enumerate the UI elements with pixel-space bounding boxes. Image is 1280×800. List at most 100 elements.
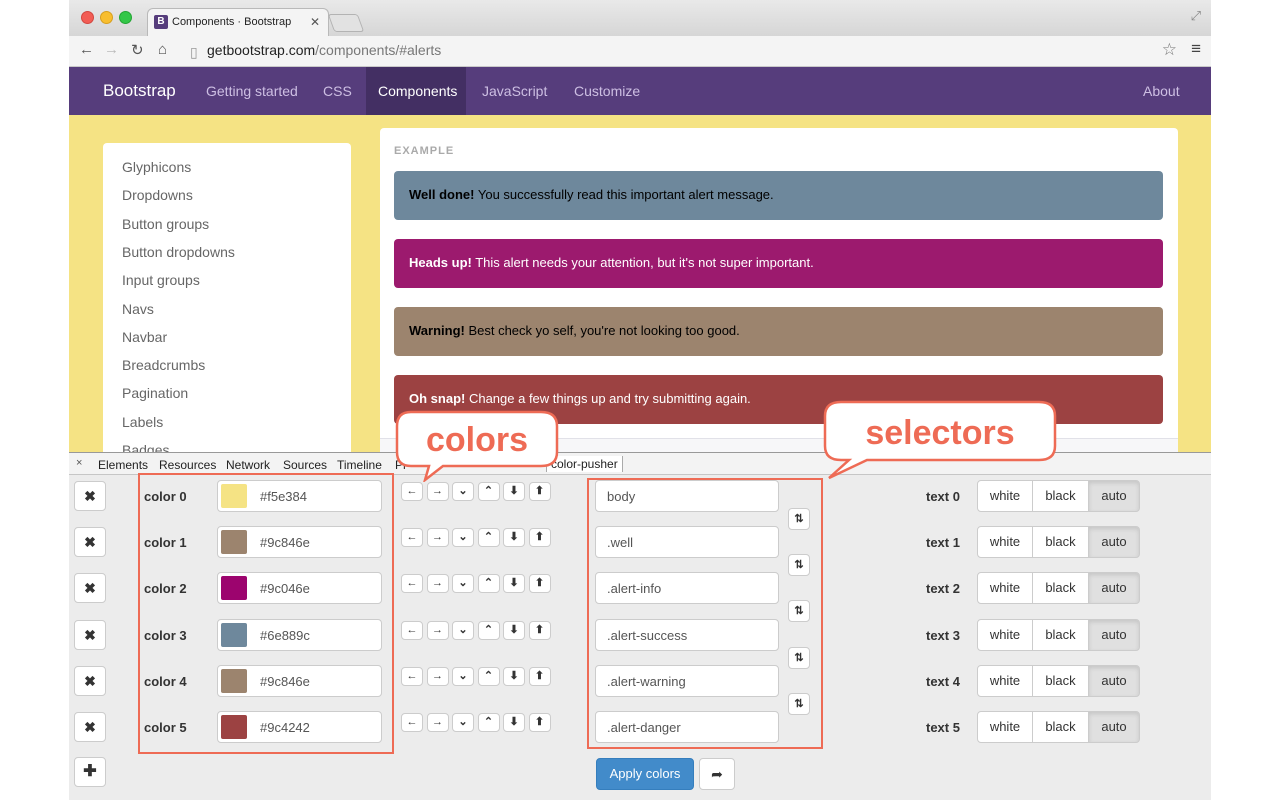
text-auto-button[interactable]: auto xyxy=(1088,480,1140,512)
text-auto-button[interactable]: auto xyxy=(1088,711,1140,743)
share-icon[interactable]: ➦ xyxy=(699,758,735,790)
remove-color-button[interactable]: ✖ xyxy=(74,573,106,604)
reload-icon[interactable]: ↻ xyxy=(131,41,144,59)
left-arrow-icon[interactable]: ← xyxy=(401,528,423,548)
back-icon[interactable]: ← xyxy=(79,41,94,58)
nav-link-components[interactable]: Components xyxy=(366,67,466,115)
right-arrow-icon[interactable]: → xyxy=(426,713,449,732)
circle-down-icon[interactable]: ⬇ xyxy=(503,620,525,640)
text-black-button[interactable]: black xyxy=(1032,711,1089,743)
chevron-down-icon[interactable]: ⌄ xyxy=(452,666,474,686)
circle-up-icon[interactable]: ⬆ xyxy=(528,620,551,640)
sidebar-item-pagination[interactable]: Pagination xyxy=(122,385,188,401)
close-window-button[interactable] xyxy=(81,11,94,24)
right-arrow-icon[interactable]: → xyxy=(426,666,449,686)
circle-up-icon[interactable]: ⬆ xyxy=(528,528,551,548)
nav-link-css[interactable]: CSS xyxy=(323,83,352,99)
text-auto-button[interactable]: auto xyxy=(1088,618,1140,651)
chevron-up-icon[interactable]: ⌃ xyxy=(477,713,500,732)
right-arrow-icon[interactable]: → xyxy=(426,528,449,548)
sidebar-item-breadcrumbs[interactable]: Breadcrumbs xyxy=(122,357,205,373)
chevron-down-icon[interactable]: ⌄ xyxy=(452,528,474,548)
home-icon[interactable]: ⌂ xyxy=(158,41,167,58)
chevron-down-icon[interactable]: ⌄ xyxy=(452,482,474,501)
address-bar[interactable]: getbootstrap.com/components/#alerts xyxy=(207,42,441,58)
circle-down-icon[interactable]: ⬇ xyxy=(503,482,525,501)
right-arrow-icon[interactable]: → xyxy=(426,482,449,501)
new-tab-button[interactable] xyxy=(327,14,365,32)
menu-icon[interactable]: ≡ xyxy=(1191,39,1201,59)
devtools-close-icon[interactable]: × xyxy=(76,457,82,469)
sidebar-item-navs[interactable]: Navs xyxy=(122,301,154,317)
chevron-up-icon[interactable]: ⌃ xyxy=(477,666,500,686)
zoom-window-button[interactable] xyxy=(119,11,132,24)
chevron-up-icon[interactable]: ⌃ xyxy=(477,528,500,548)
brand-link[interactable]: Bootstrap xyxy=(103,81,176,101)
text-auto-button[interactable]: auto xyxy=(1088,572,1140,605)
text-white-button[interactable]: white xyxy=(977,664,1033,697)
text-white-button[interactable]: white xyxy=(977,618,1033,651)
chevron-down-icon[interactable]: ⌄ xyxy=(452,713,474,732)
text-black-button[interactable]: black xyxy=(1032,664,1089,697)
chevron-up-icon[interactable]: ⌃ xyxy=(477,482,500,501)
tab-network[interactable]: Network xyxy=(226,458,270,472)
text-auto-button[interactable]: auto xyxy=(1088,664,1140,697)
right-arrow-icon[interactable]: → xyxy=(426,620,449,640)
circle-down-icon[interactable]: ⬇ xyxy=(503,528,525,548)
sidebar-item-dropdowns[interactable]: Dropdowns xyxy=(122,187,193,203)
forward-icon[interactable]: → xyxy=(104,41,119,58)
nav-link-about[interactable]: About xyxy=(1143,83,1180,99)
sidebar-item-glyphicons[interactable]: Glyphicons xyxy=(122,159,191,175)
text-black-button[interactable]: black xyxy=(1032,526,1089,559)
tab-elements[interactable]: Elements xyxy=(98,458,148,472)
text-white-button[interactable]: white xyxy=(977,480,1033,512)
left-arrow-icon[interactable]: ← xyxy=(401,482,423,501)
minimize-window-button[interactable] xyxy=(100,11,113,24)
left-arrow-icon[interactable]: ← xyxy=(401,620,423,640)
sidebar-item-badges[interactable]: Badges xyxy=(122,442,169,452)
remove-color-button[interactable]: ✖ xyxy=(74,619,106,650)
sidebar-item-input-groups[interactable]: Input groups xyxy=(122,272,200,288)
add-color-button[interactable]: ✚ xyxy=(74,757,106,787)
text-white-button[interactable]: white xyxy=(977,711,1033,743)
left-arrow-icon[interactable]: ← xyxy=(401,666,423,686)
circle-up-icon[interactable]: ⬆ xyxy=(528,666,551,686)
text-auto-button[interactable]: auto xyxy=(1088,526,1140,559)
chevron-up-icon[interactable]: ⌃ xyxy=(477,574,500,594)
apply-colors-button[interactable]: Apply colors xyxy=(596,758,694,790)
text-black-button[interactable]: black xyxy=(1032,618,1089,651)
remove-color-button[interactable]: ✖ xyxy=(74,665,106,696)
text-white-button[interactable]: white xyxy=(977,572,1033,605)
text-black-button[interactable]: black xyxy=(1032,572,1089,605)
circle-down-icon[interactable]: ⬇ xyxy=(503,574,525,594)
circle-up-icon[interactable]: ⬆ xyxy=(528,482,551,501)
text-black-button[interactable]: black xyxy=(1032,480,1089,512)
sidebar-item-button-groups[interactable]: Button groups xyxy=(122,216,209,232)
sidebar-item-navbar[interactable]: Navbar xyxy=(122,329,167,345)
tab-close-icon[interactable]: ✕ xyxy=(310,15,320,29)
chevron-down-icon[interactable]: ⌄ xyxy=(452,574,474,594)
nav-link-getting-started[interactable]: Getting started xyxy=(206,83,298,99)
text-white-button[interactable]: white xyxy=(977,526,1033,559)
remove-color-button[interactable]: ✖ xyxy=(74,527,106,558)
chevron-up-icon[interactable]: ⌃ xyxy=(477,620,500,640)
left-arrow-icon[interactable]: ← xyxy=(401,574,423,594)
nav-link-customize[interactable]: Customize xyxy=(574,83,640,99)
browser-tab[interactable]: B Components · Bootstrap ✕ xyxy=(147,8,329,36)
circle-up-icon[interactable]: ⬆ xyxy=(528,713,551,732)
left-arrow-icon[interactable]: ← xyxy=(401,713,423,732)
tab-sources[interactable]: Sources xyxy=(283,458,327,472)
circle-down-icon[interactable]: ⬇ xyxy=(503,713,525,732)
fullscreen-icon[interactable]: ⤢ xyxy=(1191,8,1201,24)
circle-up-icon[interactable]: ⬆ xyxy=(528,574,551,594)
remove-color-button[interactable]: ✖ xyxy=(74,712,106,742)
tab-resources[interactable]: Resources xyxy=(159,458,216,472)
circle-down-icon[interactable]: ⬇ xyxy=(503,666,525,686)
sidebar-item-labels[interactable]: Labels xyxy=(122,414,163,430)
bookmark-star-icon[interactable]: ☆ xyxy=(1162,40,1177,60)
right-arrow-icon[interactable]: → xyxy=(426,574,449,594)
sidebar-item-button-dropdowns[interactable]: Button dropdowns xyxy=(122,244,235,260)
remove-color-button[interactable]: ✖ xyxy=(74,481,106,511)
chevron-down-icon[interactable]: ⌄ xyxy=(452,620,474,640)
tab-timeline[interactable]: Timeline xyxy=(337,458,382,472)
